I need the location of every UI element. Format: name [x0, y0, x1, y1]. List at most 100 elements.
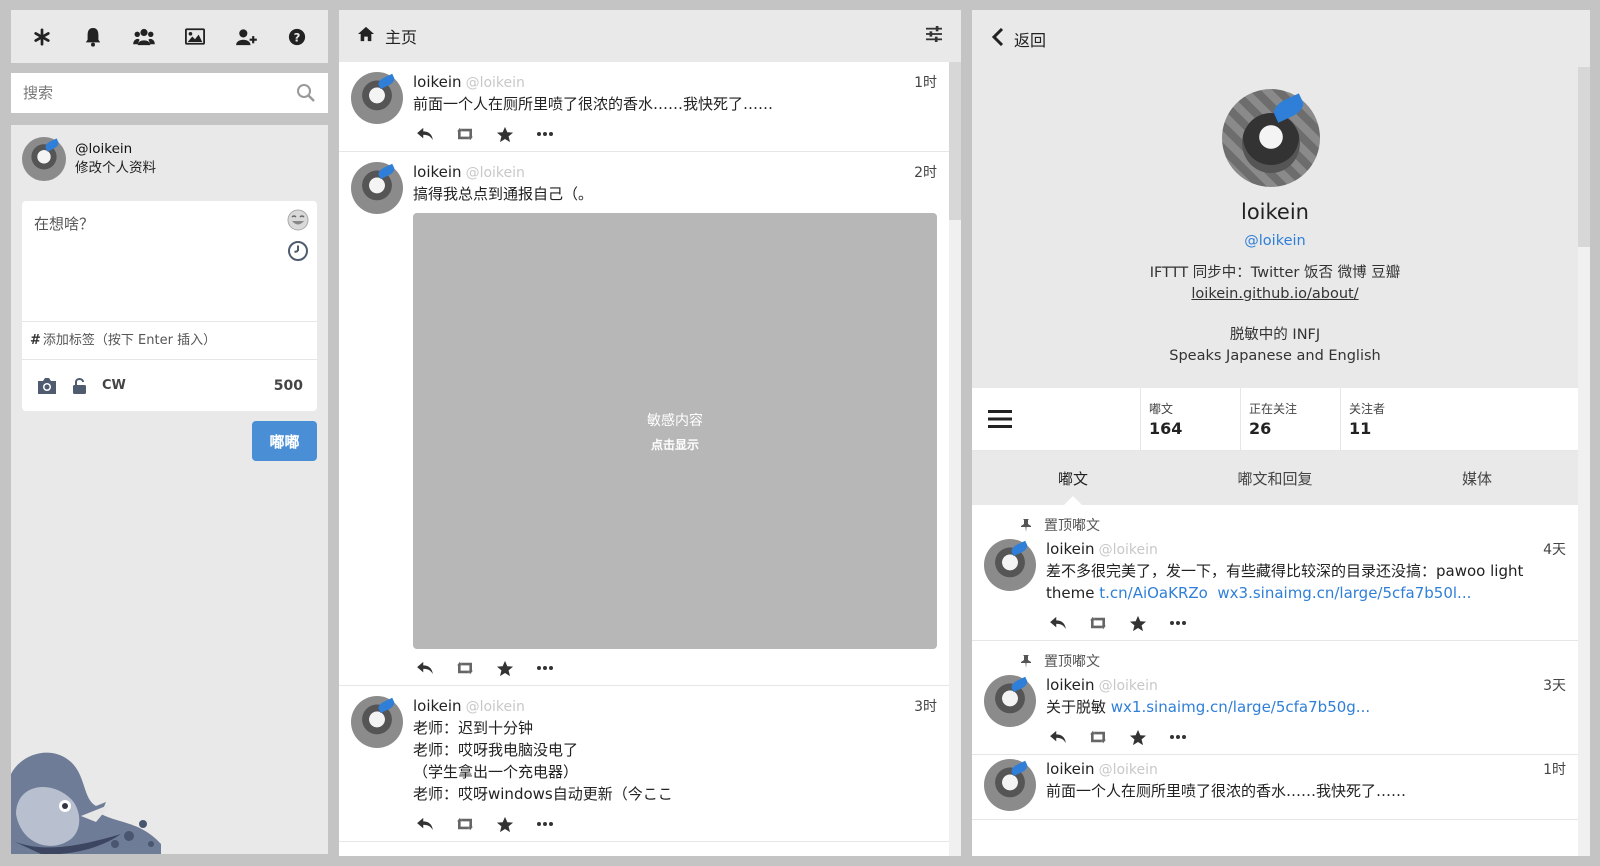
back-label: 返回 — [1014, 30, 1047, 50]
status-avatar[interactable] — [351, 72, 403, 124]
home-feed[interactable]: loikein @loikein 1时 前面一个人在厕所里喷了很浓的香水……我快… — [339, 62, 961, 856]
status-link[interactable]: wx3.sinaimg.cn/large/5cfa7b50l... — [1217, 584, 1471, 602]
edit-profile-link[interactable]: 修改个人资料 — [75, 159, 156, 178]
reply-icon[interactable] — [415, 125, 435, 143]
reply-icon[interactable] — [1048, 728, 1068, 746]
search-input[interactable] — [11, 73, 328, 113]
profile-tabs: 嘟文 嘟文和回复 媒体 — [972, 451, 1578, 506]
home-scrollbar[interactable] — [949, 62, 961, 856]
status-display-name[interactable]: loikein — [1046, 760, 1095, 778]
boost-icon[interactable] — [1088, 728, 1108, 746]
status-acct[interactable]: @loikein — [466, 165, 525, 181]
status-line: 老师：哎呀windows自动更新（今ここ — [413, 785, 673, 803]
search-icon[interactable] — [296, 83, 316, 107]
user-plus-icon[interactable] — [232, 23, 260, 51]
hamburger-menu-icon[interactable] — [972, 388, 1140, 450]
status-time[interactable]: 4天 — [1543, 539, 1566, 559]
hashtag-icon: # — [30, 333, 41, 348]
image-icon[interactable] — [181, 23, 209, 51]
profile-avatar[interactable] — [1222, 89, 1320, 187]
camera-icon[interactable] — [36, 377, 58, 395]
status-item[interactable]: loikein @loikein 1时 前面一个人在厕所里喷了很浓的香水……我快… — [972, 755, 1578, 820]
status-item[interactable]: loikein @loikein 4天 差不多很完美了，发一下，有些藏得比较深的… — [972, 535, 1578, 641]
more-icon[interactable] — [1168, 728, 1188, 746]
status-item[interactable]: loikein @loikein 3时 老师：迟到十分钟 老师：哎呀我电脑没电了… — [339, 686, 949, 842]
column-settings-icon[interactable] — [925, 26, 943, 46]
profile-column: 返回 loikein @loikein IFTTT 同步中：Twitter 饭否… — [972, 10, 1590, 856]
unlock-icon[interactable] — [72, 377, 88, 395]
bell-icon[interactable] — [79, 23, 107, 51]
status-avatar[interactable] — [984, 759, 1036, 811]
asterisk-icon[interactable] — [28, 23, 56, 51]
status-display-name[interactable]: loikein — [413, 73, 462, 91]
reply-icon[interactable] — [415, 815, 435, 833]
emoji-icon[interactable] — [287, 209, 309, 235]
status-acct[interactable]: @loikein — [1099, 762, 1158, 778]
compose-column: ? @loikein 修改个人资料 — [11, 10, 328, 856]
tab-statuses-and-replies[interactable]: 嘟文和回复 — [1174, 451, 1376, 505]
tab-statuses[interactable]: 嘟文 — [972, 451, 1174, 506]
compose-textarea[interactable] — [34, 213, 274, 309]
status-link[interactable]: wx1.sinaimg.cn/large/5cfa7b50g... — [1111, 698, 1370, 716]
cw-toggle[interactable]: CW — [102, 378, 126, 393]
profile-acct[interactable]: @loikein — [972, 233, 1578, 249]
more-icon[interactable] — [535, 659, 555, 677]
reply-icon[interactable] — [1048, 614, 1068, 632]
stat-statuses[interactable]: 嘟文 164 — [1140, 388, 1240, 450]
status-acct[interactable]: @loikein — [466, 699, 525, 715]
favourite-icon[interactable] — [495, 659, 515, 677]
users-icon[interactable] — [130, 23, 158, 51]
status-link[interactable]: t.cn/AiOaKRZo — [1099, 584, 1208, 602]
profile-header: loikein @loikein IFTTT 同步中：Twitter 饭否 微博… — [972, 67, 1578, 388]
hashtag-input[interactable] — [42, 333, 309, 348]
boost-icon[interactable] — [455, 815, 475, 833]
svg-text:?: ? — [293, 30, 300, 44]
status-acct[interactable]: @loikein — [466, 75, 525, 91]
status-item[interactable]: loikein @loikein 1时 前面一个人在厕所里喷了很浓的香水……我快… — [339, 62, 949, 152]
favourite-icon[interactable] — [1128, 614, 1148, 632]
stat-followers[interactable]: 关注者 11 — [1340, 388, 1440, 450]
nav-bar: ? — [11, 10, 328, 63]
favourite-icon[interactable] — [495, 815, 515, 833]
status-time[interactable]: 3天 — [1543, 675, 1566, 695]
status-acct[interactable]: @loikein — [1099, 678, 1158, 694]
stat-following[interactable]: 正在关注 26 — [1240, 388, 1340, 450]
status-time[interactable]: 2时 — [914, 162, 937, 182]
back-button[interactable]: 返回 — [972, 10, 1590, 67]
boost-icon[interactable] — [455, 659, 475, 677]
status-time[interactable]: 1时 — [914, 72, 937, 92]
more-icon[interactable] — [535, 815, 555, 833]
status-display-name[interactable]: loikein — [1046, 676, 1095, 694]
bio-link[interactable]: loikein.github.io/about/ — [972, 284, 1578, 305]
status-avatar[interactable] — [351, 162, 403, 214]
sensitive-media-overlay[interactable]: 敏感内容 点击显示 — [413, 213, 937, 649]
more-icon[interactable] — [535, 125, 555, 143]
pinned-label: 置顶嘟文 — [1044, 654, 1100, 670]
toot-button[interactable]: 嘟嘟 — [252, 421, 317, 461]
status-item[interactable]: loikein @loikein 2时 搞得我总点到通报自己（。 敏感内容 点击… — [339, 152, 949, 686]
status-time[interactable]: 1时 — [1543, 759, 1566, 779]
status-acct[interactable]: @loikein — [1099, 542, 1158, 558]
status-display-name[interactable]: loikein — [1046, 540, 1095, 558]
status-avatar[interactable] — [984, 675, 1036, 727]
status-avatar[interactable] — [351, 696, 403, 748]
status-display-name[interactable]: loikein — [413, 163, 462, 181]
reply-icon[interactable] — [415, 659, 435, 677]
more-icon[interactable] — [1168, 614, 1188, 632]
pin-icon — [1021, 519, 1031, 532]
status-avatar[interactable] — [984, 539, 1036, 591]
favourite-icon[interactable] — [1128, 728, 1148, 746]
status-content: 前面一个人在厕所里喷了很浓的香水……我快死了…… — [413, 95, 774, 113]
stat-label: 嘟文 — [1149, 402, 1174, 416]
profile-scrollbar[interactable] — [1578, 67, 1590, 856]
status-display-name[interactable]: loikein — [413, 697, 462, 715]
help-icon[interactable]: ? — [283, 23, 311, 51]
boost-icon[interactable] — [455, 125, 475, 143]
schedule-clock-icon[interactable] — [287, 240, 309, 266]
favourite-icon[interactable] — [495, 125, 515, 143]
status-time[interactable]: 3时 — [914, 696, 937, 716]
tab-media[interactable]: 媒体 — [1376, 451, 1578, 505]
status-item[interactable]: loikein @loikein 3天 关于脱敏 wx1.sinaimg.cn/… — [972, 671, 1578, 755]
avatar[interactable] — [22, 137, 66, 181]
boost-icon[interactable] — [1088, 614, 1108, 632]
